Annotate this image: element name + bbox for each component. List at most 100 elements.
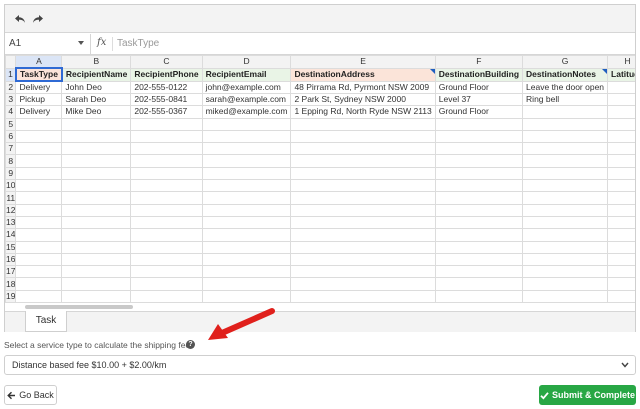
- cell[interactable]: [130, 215, 203, 230]
- cell[interactable]: [15, 240, 63, 254]
- cell[interactable]: [290, 228, 436, 242]
- cell[interactable]: RecipientName: [61, 67, 132, 82]
- cell[interactable]: [434, 117, 524, 131]
- row-number[interactable]: 9: [5, 166, 17, 181]
- column-header[interactable]: C: [130, 55, 203, 69]
- row-number[interactable]: 8: [5, 154, 17, 168]
- row-number[interactable]: 18: [5, 277, 17, 291]
- cell[interactable]: Level 37: [434, 92, 524, 107]
- cell[interactable]: [522, 154, 609, 168]
- cell[interactable]: [201, 240, 292, 254]
- row-number[interactable]: 6: [5, 129, 17, 144]
- cell[interactable]: [290, 289, 436, 304]
- cell[interactable]: [434, 252, 524, 267]
- cell[interactable]: [61, 191, 132, 205]
- cell[interactable]: [15, 277, 63, 291]
- cell[interactable]: [522, 129, 609, 144]
- cell[interactable]: John Deo: [61, 80, 132, 94]
- cell[interactable]: [61, 129, 132, 144]
- cell[interactable]: [15, 203, 63, 217]
- cell[interactable]: [201, 228, 292, 242]
- cell[interactable]: [607, 154, 635, 168]
- cell[interactable]: [201, 142, 292, 156]
- row-number[interactable]: 13: [5, 215, 17, 230]
- cell[interactable]: [290, 265, 436, 279]
- cell[interactable]: [130, 129, 203, 144]
- cell[interactable]: john@example.com: [201, 80, 292, 94]
- cell[interactable]: DestinationAddress: [290, 67, 436, 82]
- cell[interactable]: Leave the door open: [522, 80, 609, 94]
- cell[interactable]: [434, 203, 524, 217]
- cell[interactable]: [434, 277, 524, 291]
- tab-task[interactable]: Task: [25, 311, 67, 332]
- cell[interactable]: [130, 228, 203, 242]
- cell[interactable]: Ring bell: [522, 92, 609, 107]
- cell[interactable]: [607, 191, 635, 205]
- cell[interactable]: [61, 142, 132, 156]
- cell[interactable]: Ground Floor: [434, 80, 524, 94]
- cell[interactable]: [130, 117, 203, 131]
- cell[interactable]: [201, 166, 292, 181]
- cell[interactable]: [61, 240, 132, 254]
- cell[interactable]: [607, 228, 635, 242]
- cell[interactable]: [61, 289, 132, 304]
- cell[interactable]: [607, 289, 635, 304]
- cell[interactable]: [607, 215, 635, 230]
- column-header[interactable]: E: [290, 55, 436, 69]
- cell[interactable]: [290, 166, 436, 181]
- row-number[interactable]: 12: [5, 203, 17, 217]
- cell[interactable]: [15, 166, 63, 181]
- cell[interactable]: [15, 154, 63, 168]
- cell[interactable]: [61, 154, 132, 168]
- service-type-select[interactable]: Distance based fee $10.00 + $2.00/km: [4, 355, 636, 375]
- cell[interactable]: [15, 228, 63, 242]
- cell[interactable]: [434, 142, 524, 156]
- cell[interactable]: [290, 252, 436, 267]
- cell[interactable]: [15, 117, 63, 131]
- row-number[interactable]: 15: [5, 240, 17, 254]
- cell[interactable]: [290, 203, 436, 217]
- cell[interactable]: [61, 166, 132, 181]
- cell[interactable]: [522, 289, 609, 304]
- cell[interactable]: [434, 265, 524, 279]
- cell[interactable]: [201, 215, 292, 230]
- cell[interactable]: Latitude: [607, 67, 635, 82]
- cell[interactable]: [130, 166, 203, 181]
- cell[interactable]: [607, 240, 635, 254]
- cell[interactable]: 2 Park St, Sydney NSW 2000: [290, 92, 436, 107]
- cell[interactable]: [522, 142, 609, 156]
- cell[interactable]: [61, 117, 132, 131]
- cell[interactable]: [434, 215, 524, 230]
- cell[interactable]: [522, 203, 609, 217]
- sheet-grid[interactable]: A B C D E F G H I 1 TaskType RecipientNa…: [5, 55, 635, 304]
- cell[interactable]: [522, 252, 609, 267]
- cell[interactable]: [201, 191, 292, 205]
- column-header[interactable]: B: [61, 55, 132, 69]
- cell[interactable]: [290, 179, 436, 193]
- column-header[interactable]: H: [607, 55, 635, 69]
- row-number[interactable]: 5: [5, 117, 17, 131]
- cell[interactable]: [130, 179, 203, 193]
- row-number[interactable]: 11: [5, 191, 17, 205]
- cell[interactable]: [290, 129, 436, 144]
- cell[interactable]: [130, 265, 203, 279]
- cell[interactable]: [15, 215, 63, 230]
- cell-name-box[interactable]: A1: [5, 34, 91, 54]
- corner-cell[interactable]: [5, 55, 17, 69]
- cell[interactable]: [607, 92, 635, 107]
- cell[interactable]: [434, 289, 524, 304]
- cell[interactable]: [434, 129, 524, 144]
- cell[interactable]: sarah@example.com: [201, 92, 292, 107]
- column-header[interactable]: G: [522, 55, 609, 69]
- cell[interactable]: [201, 179, 292, 193]
- cell[interactable]: [130, 240, 203, 254]
- cell[interactable]: [61, 277, 132, 291]
- row-number[interactable]: 1: [5, 67, 17, 82]
- column-header[interactable]: F: [434, 55, 524, 69]
- row-number[interactable]: 17: [5, 265, 17, 279]
- cell[interactable]: [15, 265, 63, 279]
- cell[interactable]: [61, 203, 132, 217]
- cell[interactable]: [130, 289, 203, 304]
- cell[interactable]: [607, 117, 635, 131]
- cell[interactable]: [201, 203, 292, 217]
